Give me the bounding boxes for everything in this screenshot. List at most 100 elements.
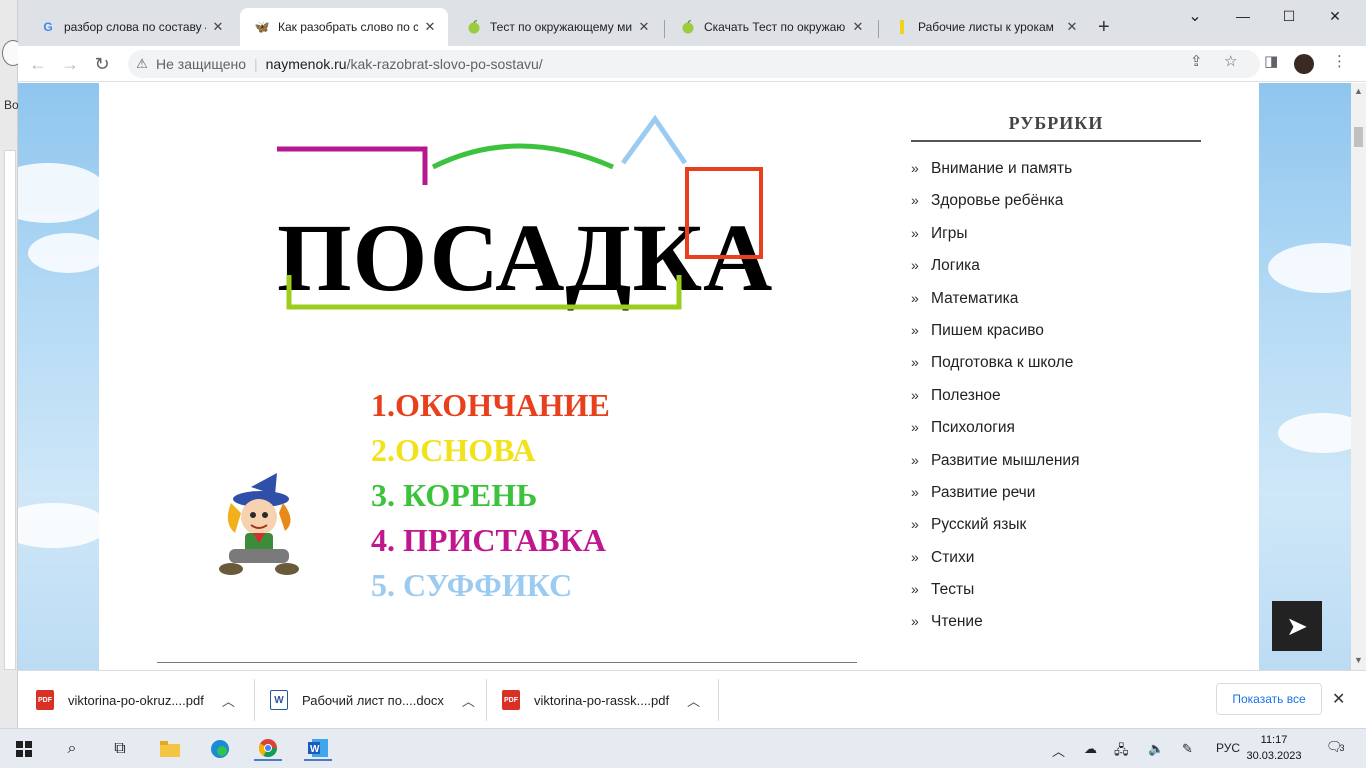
close-tab-icon[interactable]: ✕ [1064, 19, 1080, 35]
category-link[interactable]: Внимание и память [931, 160, 1072, 178]
category-link[interactable]: Математика [931, 290, 1018, 308]
word-app-icon[interactable]: W [304, 737, 332, 761]
category-item-health[interactable]: » Здоровье ребёнка [911, 192, 1201, 224]
bookmark-star-icon[interactable]: ☆ [1224, 52, 1237, 70]
volume-icon[interactable]: 🔈 [1148, 741, 1164, 757]
morpheme-marks [277, 114, 763, 310]
profile-avatar[interactable] [1294, 54, 1314, 74]
address-bar[interactable]: ⚠ Не защищено | naymenok.ru/kak-razobrat… [128, 50, 1260, 78]
chevron-up-icon[interactable]: ︿ [462, 691, 475, 710]
pen-icon[interactable]: ✎ [1182, 741, 1193, 757]
chevron-up-icon[interactable]: ︿ [687, 691, 700, 710]
warning-icon[interactable]: ⚠ [128, 56, 156, 72]
tab-search-dropdown-icon[interactable]: ⌄ [1172, 6, 1218, 26]
scrollbar-thumb[interactable] [1354, 127, 1363, 147]
tab-test-1[interactable]: Тест по окружающему мир ✕ [452, 8, 662, 46]
category-link[interactable]: Полезное [931, 387, 1001, 405]
category-item-russian[interactable]: » Русский язык [911, 516, 1201, 548]
scroll-up-arrow-icon[interactable]: ▲ [1354, 86, 1363, 96]
download-item[interactable]: PDF viktorina-po-rassk....pdf ︿ [502, 671, 700, 729]
share-icon[interactable]: ⇪ [1190, 52, 1203, 70]
browser-window: G разбор слова по составу 4 ✕ 🦋 Как разо… [18, 0, 1366, 728]
category-item-useful[interactable]: » Полезное [911, 387, 1201, 419]
category-item-math[interactable]: » Математика [911, 290, 1201, 322]
downloads-bar: PDF viktorina-po-okruz....pdf ︿ W Рабочи… [18, 670, 1366, 728]
category-link[interactable]: Русский язык [931, 516, 1026, 534]
tab-title: Тест по окружающему мир [490, 20, 632, 34]
category-link[interactable]: Стихи [931, 549, 974, 567]
search-icon[interactable]: ⌕ [58, 737, 86, 761]
reload-icon[interactable]: ↻ [90, 52, 114, 76]
notifications-icon[interactable]: 🗨3 [1326, 739, 1345, 755]
tab-active[interactable]: 🦋 Как разобрать слово по со ✕ [240, 8, 448, 46]
category-link[interactable]: Психология [931, 419, 1015, 437]
tab-test-2[interactable]: Скачать Тест по окружающ ✕ [666, 8, 876, 46]
category-link[interactable]: Развитие мышления [931, 452, 1079, 470]
sidepanel-icon[interactable]: ◨ [1264, 52, 1278, 70]
new-tab-button[interactable]: + [1098, 16, 1110, 39]
category-link[interactable]: Подготовка к школе [931, 354, 1073, 372]
category-link[interactable]: Тесты [931, 581, 974, 599]
category-link[interactable]: Чтение [931, 613, 983, 631]
network-icon[interactable]: 🖧 [1114, 741, 1129, 763]
category-item-school-prep[interactable]: » Подготовка к школе [911, 354, 1201, 386]
category-item-psychology[interactable]: » Психология [911, 419, 1201, 451]
page-scrollbar[interactable]: ▲ ▼ [1351, 83, 1366, 670]
edge-browser-icon[interactable] [206, 737, 234, 761]
close-downloads-icon[interactable]: ✕ [1332, 689, 1345, 709]
close-tab-icon[interactable]: ✕ [422, 19, 438, 35]
legend-ending: 1.ОКОНЧАНИЕ [371, 387, 610, 423]
chevron-up-icon[interactable]: ︿ [222, 691, 235, 710]
category-link[interactable]: Игры [931, 225, 968, 243]
category-item-thinking[interactable]: » Развитие мышления [911, 452, 1201, 484]
category-item-tests[interactable]: » Тесты [911, 581, 1201, 613]
cloud-icon[interactable]: ☁ [1084, 741, 1097, 757]
close-tab-icon[interactable]: ✕ [850, 19, 866, 35]
category-item-games[interactable]: » Игры [911, 225, 1201, 257]
suffix-caret [620, 114, 688, 165]
category-item-logic[interactable]: » Логика [911, 257, 1201, 289]
tab-search[interactable]: G разбор слова по составу 4 ✕ [26, 8, 236, 46]
background-text: Bo [4, 98, 19, 112]
chrome-browser-icon[interactable] [254, 737, 282, 761]
bullet-icon: » [911, 451, 919, 468]
bullet-icon: » [911, 581, 919, 598]
category-item-attention[interactable]: » Внимание и память [911, 160, 1201, 192]
back-arrow-icon[interactable]: ← [26, 52, 50, 76]
browser-toolbar: ← → ↻ ⚠ Не защищено | naymenok.ru/kak-ra… [18, 46, 1366, 82]
menu-kebab-icon[interactable]: ⋮ [1332, 52, 1347, 70]
category-item-handwriting[interactable]: » Пишем красиво [911, 322, 1201, 354]
category-link[interactable]: Пишем красиво [931, 322, 1044, 340]
security-label[interactable]: Не защищено [156, 56, 246, 72]
category-item-poems[interactable]: » Стихи [911, 549, 1201, 581]
category-link[interactable]: Здоровье ребёнка [931, 192, 1063, 210]
scroll-down-arrow-icon[interactable]: ▼ [1354, 655, 1363, 665]
clock-time: 11:17 [1260, 734, 1288, 746]
category-item-reading[interactable]: » Чтение [911, 613, 1201, 645]
bullet-icon: » [911, 419, 919, 436]
forward-arrow-icon[interactable]: → [58, 52, 82, 76]
download-filename: viktorina-po-okruz....pdf [68, 692, 204, 708]
download-item[interactable]: W Рабочий лист по....docx ︿ [270, 671, 475, 729]
yellow-bar-icon [894, 19, 910, 35]
maximize-button[interactable]: ☐ [1266, 8, 1312, 25]
scroll-to-top-button[interactable]: ➤ [1272, 601, 1322, 651]
close-window-button[interactable]: ✕ [1312, 8, 1358, 25]
close-tab-icon[interactable]: ✕ [636, 19, 652, 35]
task-view-icon[interactable]: ⧉ [106, 737, 134, 761]
tab-separator [878, 20, 879, 38]
tab-title: разбор слова по составу 4 [64, 20, 206, 34]
category-link[interactable]: Развитие речи [931, 484, 1035, 502]
windows-start-icon[interactable] [10, 737, 38, 761]
show-all-downloads-button[interactable]: Показать все [1216, 683, 1322, 715]
category-item-speech[interactable]: » Развитие речи [911, 484, 1201, 516]
close-tab-icon[interactable]: ✕ [210, 19, 226, 35]
download-item[interactable]: PDF viktorina-po-okruz....pdf ︿ [36, 671, 235, 729]
tab-worksheets[interactable]: Рабочие листы к урокам ✕ [880, 8, 1090, 46]
minimize-button[interactable]: — [1220, 8, 1266, 24]
chevron-up-icon[interactable]: ︿ [1052, 741, 1065, 760]
system-clock[interactable]: 11:17 30.03.2023 [1244, 732, 1304, 764]
file-explorer-icon[interactable] [156, 737, 184, 761]
language-indicator[interactable]: РУС [1216, 741, 1240, 755]
category-link[interactable]: Логика [931, 257, 980, 275]
